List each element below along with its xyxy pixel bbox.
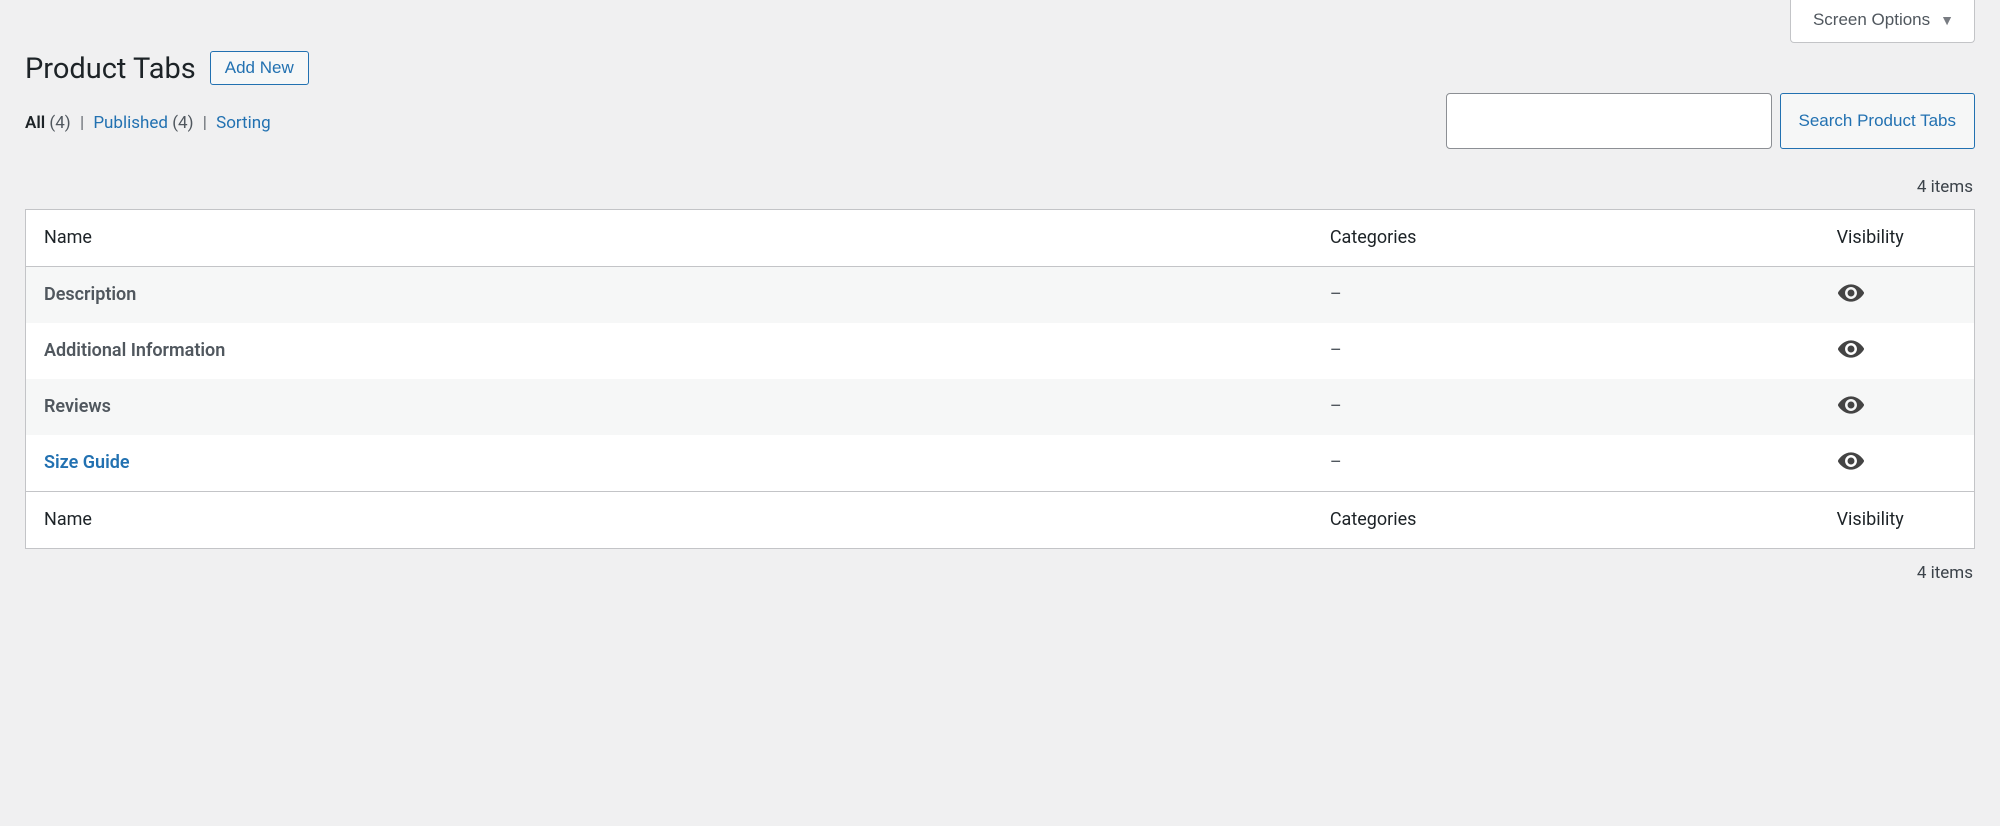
screen-options-label: Screen Options bbox=[1813, 10, 1930, 30]
filter-sorting[interactable]: Sorting bbox=[216, 113, 271, 133]
row-name[interactable]: Additional Information bbox=[44, 340, 225, 361]
row-categories: – bbox=[1312, 435, 1819, 492]
eye-icon[interactable] bbox=[1837, 451, 1865, 471]
eye-icon[interactable] bbox=[1837, 283, 1865, 303]
row-categories: – bbox=[1312, 323, 1819, 379]
col-footer-visibility: Visibility bbox=[1819, 491, 1975, 548]
add-new-button[interactable]: Add New bbox=[210, 51, 309, 85]
table-row: Reviews – bbox=[26, 379, 1975, 435]
chevron-down-icon: ▼ bbox=[1940, 13, 1954, 27]
col-footer-categories: Categories bbox=[1312, 491, 1819, 548]
search-input[interactable] bbox=[1446, 93, 1772, 149]
row-name[interactable]: Description bbox=[44, 284, 136, 305]
table-row: Size Guide – bbox=[26, 435, 1975, 492]
item-count-top: 4 items bbox=[1917, 177, 1973, 197]
col-header-name[interactable]: Name bbox=[26, 209, 1312, 266]
search-button[interactable]: Search Product Tabs bbox=[1780, 93, 1976, 149]
col-footer-name: Name bbox=[26, 491, 1312, 548]
col-header-visibility[interactable]: Visibility bbox=[1819, 209, 1975, 266]
filter-published[interactable]: Published (4) bbox=[93, 113, 197, 133]
row-categories: – bbox=[1312, 379, 1819, 435]
item-count-bottom: 4 items bbox=[1917, 563, 1973, 583]
col-header-categories[interactable]: Categories bbox=[1312, 209, 1819, 266]
row-name[interactable]: Size Guide bbox=[44, 452, 130, 473]
eye-icon[interactable] bbox=[1837, 395, 1865, 415]
table-row: Description – bbox=[26, 266, 1975, 323]
table-row: Additional Information – bbox=[26, 323, 1975, 379]
row-categories: – bbox=[1312, 266, 1819, 323]
eye-icon[interactable] bbox=[1837, 339, 1865, 359]
product-tabs-table: Name Categories Visibility Description–A… bbox=[25, 209, 1975, 550]
filter-all[interactable]: All (4) bbox=[25, 113, 75, 133]
row-name[interactable]: Reviews bbox=[44, 396, 111, 417]
page-title: Product Tabs bbox=[25, 51, 196, 89]
screen-options-button[interactable]: Screen Options ▼ bbox=[1790, 0, 1975, 43]
